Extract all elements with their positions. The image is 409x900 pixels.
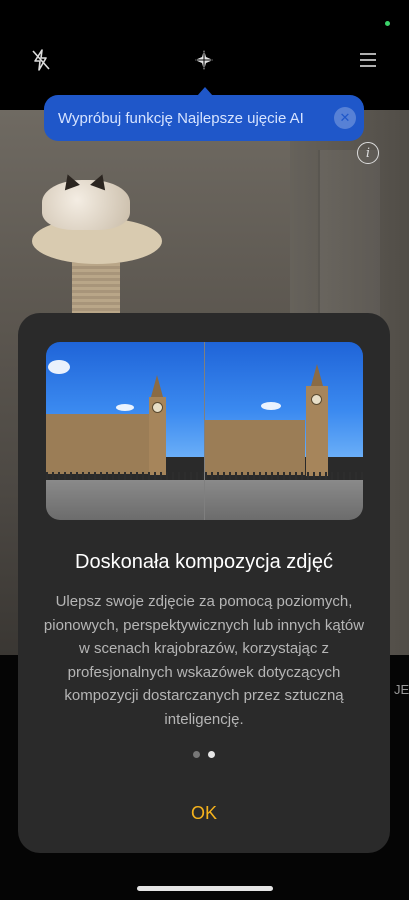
- home-indicator[interactable]: [137, 886, 273, 891]
- close-icon[interactable]: ✕: [334, 107, 356, 129]
- flash-off-icon[interactable]: [24, 40, 58, 80]
- page-dot[interactable]: [193, 751, 200, 758]
- page-indicator: [18, 751, 390, 758]
- status-indicator: [385, 21, 390, 26]
- menu-icon[interactable]: [351, 40, 385, 80]
- dialog-description: Ulepsz swoje zdjęcie za pomocą poziomych…: [43, 593, 365, 728]
- camera-top-bar: [0, 40, 409, 80]
- tooltip-text: Wypróbuj funkcję Najlepsze ujęcie AI: [58, 109, 304, 127]
- cat-image: [42, 180, 130, 230]
- page-dot-active[interactable]: [208, 751, 215, 758]
- dialog-title: Doskonała kompozycja zdjęć: [75, 551, 333, 573]
- preview-before: [46, 342, 204, 520]
- composition-preview-image: [46, 342, 363, 520]
- camera-mode-label[interactable]: JE: [394, 682, 409, 697]
- ok-button[interactable]: OK: [154, 795, 254, 831]
- info-icon[interactable]: i: [357, 142, 379, 164]
- ai-best-shot-tooltip[interactable]: Wypróbuj funkcję Najlepsze ujęcie AI ✕: [44, 95, 364, 141]
- preview-divider: [204, 342, 205, 520]
- ai-composition-icon[interactable]: [187, 40, 221, 80]
- preview-after: [205, 342, 363, 520]
- feature-dialog: Doskonała kompozycja zdjęć Ulepsz swoje …: [18, 313, 390, 853]
